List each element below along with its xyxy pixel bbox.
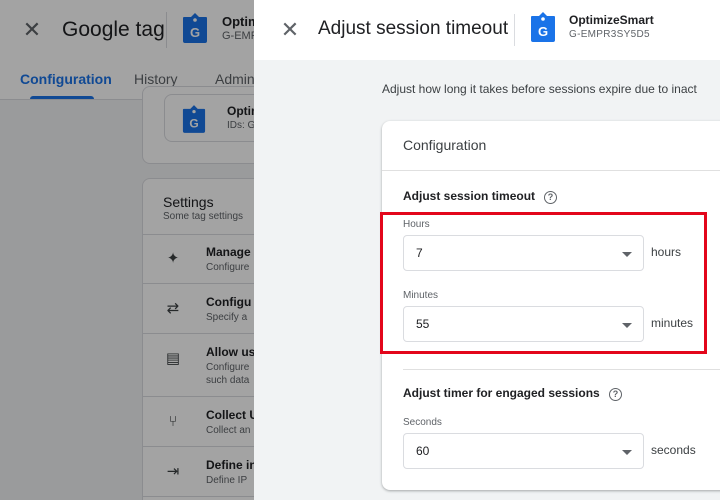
panel-description: Adjust how long it takes before sessions… (382, 82, 697, 96)
help-icon[interactable]: ? (544, 191, 557, 204)
seconds-unit: seconds (651, 443, 696, 457)
section-divider (403, 369, 720, 370)
card-divider (382, 170, 720, 171)
annotation-highlight-box (380, 212, 707, 354)
close-icon[interactable]: ✕ (276, 16, 304, 44)
google-tag-icon: G (531, 12, 555, 42)
card-title: Configuration (403, 137, 487, 153)
panel-title: Adjust session timeout (318, 18, 509, 39)
chevron-down-icon (622, 450, 632, 455)
seconds-value: 60 (416, 444, 430, 458)
svg-text:G: G (538, 24, 548, 39)
tag-id: G-EMPR3SY5D5 (569, 29, 650, 40)
header-divider (514, 14, 515, 46)
help-icon[interactable]: ? (609, 388, 622, 401)
seconds-label: Seconds (403, 417, 442, 428)
session-timeout-heading: Adjust session timeout (403, 189, 536, 203)
engaged-sessions-heading: Adjust timer for engaged sessions (403, 386, 600, 400)
tag-name: OptimizeSmart (569, 13, 654, 27)
seconds-select[interactable]: 60 (403, 433, 644, 469)
panel-header: ✕ Adjust session timeout G OptimizeSmart… (254, 0, 720, 60)
